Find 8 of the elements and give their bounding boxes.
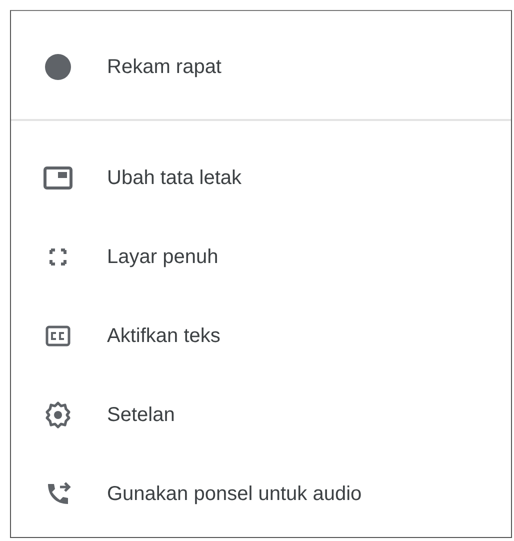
menu-item[interactable]: Gunakan ponsel untuk audio — [11, 454, 511, 533]
menu-item[interactable]: Ubah tata letak — [11, 138, 511, 217]
record-icon — [43, 52, 73, 82]
menu-item[interactable]: Aktifkan teks — [11, 296, 511, 375]
menu-item[interactable]: Rekam rapat — [11, 37, 511, 97]
menu-item[interactable]: Setelan — [11, 375, 511, 454]
settings-icon — [43, 400, 73, 430]
menu-item[interactable]: Layar penuh — [11, 217, 511, 296]
